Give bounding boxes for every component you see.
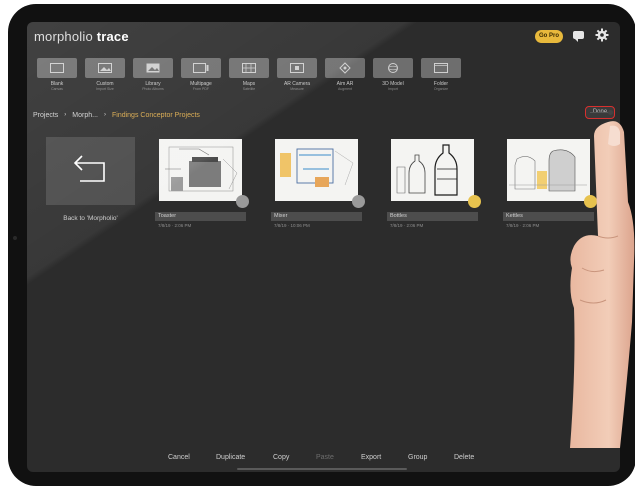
aim-ar-icon (325, 58, 365, 78)
duplicate-button[interactable]: Duplicate (216, 454, 245, 461)
map-icon (229, 58, 269, 78)
breadcrumb-separator: › (64, 112, 67, 118)
project-date: 7/8/19 · 10:06 PM (274, 223, 310, 228)
tool-sub-label: Import Size (96, 87, 114, 91)
project-thumbnail (391, 139, 474, 201)
back-label: Back to 'Morpholio' (63, 215, 118, 222)
home-indicator (237, 468, 407, 470)
tool-maps[interactable]: Maps Satellite (229, 58, 269, 98)
breadcrumb-separator: › (103, 112, 106, 118)
paste-button[interactable]: Paste (316, 454, 334, 461)
group-button[interactable]: Group (408, 454, 427, 461)
status-dot[interactable] (236, 195, 249, 208)
tool-sub-label: Satellite (242, 87, 256, 91)
tool-sub-label: Import (388, 87, 398, 91)
delete-button[interactable]: Delete (454, 454, 474, 461)
project-date: 7/8/19 · 2:06 PM (158, 223, 192, 228)
tool-custom[interactable]: Custom Import Size (85, 58, 125, 98)
export-button[interactable]: Export (361, 454, 381, 461)
go-pro-button[interactable]: Go Pro (535, 30, 563, 43)
tool-aim-ar[interactable]: Aim AR Augment (325, 58, 365, 98)
ar-camera-icon (277, 58, 317, 78)
app-screen: morpholio trace Go Pro Blank Canvas Cust… (27, 22, 620, 472)
photo-library-icon (133, 58, 173, 78)
project-name[interactable]: Bottles (387, 212, 478, 221)
chat-icon[interactable] (573, 31, 584, 42)
tablet-camera (13, 236, 17, 240)
tool-multipage[interactable]: Multipage From PDF (181, 58, 221, 98)
tool-sub-label: Measure (290, 87, 304, 91)
project-card[interactable]: Mixer 7/8/19 · 10:06 PM (271, 139, 365, 228)
new-project-toolbar: Blank Canvas Custom Import Size Library … (37, 58, 467, 98)
status-dot[interactable] (352, 195, 365, 208)
breadcrumb-projects[interactable]: Projects (33, 112, 58, 119)
project-name[interactable]: Toaster (155, 212, 246, 221)
logo-bold-text: trace (96, 29, 129, 44)
project-thumbnail (275, 139, 358, 201)
custom-image-icon (85, 58, 125, 78)
tool-library[interactable]: Library Photo Albums (133, 58, 173, 98)
tool-sub-label: Organize (433, 87, 449, 91)
breadcrumb-current: Findings Conceptor Projects (111, 111, 200, 119)
copy-button[interactable]: Copy (273, 454, 289, 461)
folder-icon (421, 58, 461, 78)
top-bar: morpholio trace Go Pro (27, 22, 620, 52)
tool-sub-label: Augment (337, 87, 352, 91)
back-arrow-icon (73, 155, 105, 182)
project-thumbnail (159, 139, 242, 201)
pointing-hand (570, 118, 635, 453)
back-tile[interactable] (46, 137, 135, 205)
callout-dot (608, 110, 613, 115)
tool-3d-model[interactable]: 3D Model Import (373, 58, 413, 98)
multipage-icon (181, 58, 221, 78)
project-card[interactable]: Toaster 7/8/19 · 2:06 PM (155, 139, 249, 228)
tool-blank[interactable]: Blank Canvas (37, 58, 77, 98)
breadcrumb-morpholio[interactable]: Morph... (72, 112, 98, 119)
breadcrumb: Projects › Morph... › Findings Conceptor… (33, 109, 200, 121)
gear-icon[interactable] (595, 28, 609, 42)
tool-ar-camera[interactable]: AR Camera Measure (277, 58, 317, 98)
tool-folder[interactable]: Folder Organize (421, 58, 461, 98)
logo-light-text: morpholio (34, 29, 93, 44)
cancel-button[interactable]: Cancel (168, 454, 190, 461)
project-name[interactable]: Mixer (271, 212, 362, 221)
tool-sub-label: Canvas (51, 87, 63, 91)
status-dot[interactable] (468, 195, 481, 208)
blank-canvas-icon (37, 58, 77, 78)
tool-sub-label: From PDF (192, 87, 210, 91)
3d-model-icon (373, 58, 413, 78)
tool-sub-label: Photo Albums (142, 87, 164, 91)
project-card[interactable]: Bottles 7/8/19 · 2:06 PM (387, 139, 481, 228)
app-logo: morpholio trace (34, 29, 129, 44)
project-date: 7/8/19 · 2:06 PM (390, 223, 424, 228)
